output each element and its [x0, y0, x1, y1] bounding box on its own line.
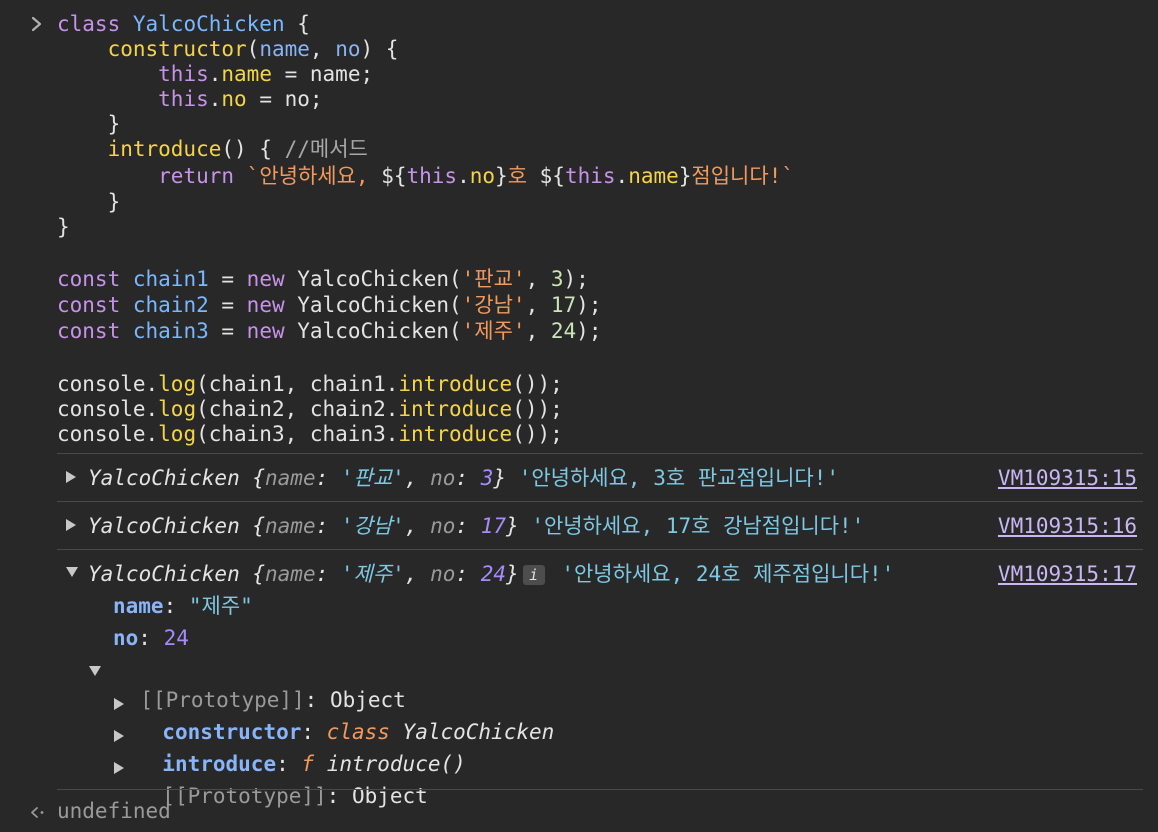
- collapse-triangle-icon[interactable]: [88, 665, 102, 677]
- prop-name: name: "제주": [113, 594, 253, 618]
- log-summary: YalcoChicken {name: '제주', no: 24} i '안녕하세…: [88, 562, 895, 586]
- code-line-2: constructor(name, no) {: [107, 37, 399, 61]
- source-link[interactable]: VM109315:16: [998, 512, 1137, 540]
- prop-constructor[interactable]: constructor: class YalcoChicken: [113, 687, 554, 744]
- prop-prototype-nested[interactable]: [[Prototype]]: Object: [113, 751, 428, 808]
- code-line-decl-3: const chain3 = new YalcoChicken('제주', 24…: [57, 319, 602, 343]
- source-link[interactable]: VM109315:17: [998, 560, 1137, 588]
- info-badge-icon[interactable]: i: [522, 565, 545, 585]
- expand-triangle-icon[interactable]: [113, 729, 125, 743]
- code-line-5: }: [107, 112, 121, 136]
- log-summary: YalcoChicken {name: '강남', no: 17} '안녕하세요…: [88, 514, 865, 538]
- code-line-9: }: [57, 215, 70, 239]
- prop-no: no: 24: [113, 626, 189, 650]
- collapse-triangle-icon[interactable]: [65, 566, 79, 578]
- prop-prototype[interactable]: [[Prototype]]: Object: [88, 655, 406, 712]
- code-line-log-3: console.log(chain3, chain3.introduce());: [57, 422, 563, 446]
- expand-triangle-icon[interactable]: [65, 470, 77, 484]
- prop-introduce[interactable]: introduce: f introduce(): [113, 719, 466, 776]
- expand-triangle-icon[interactable]: [65, 518, 77, 532]
- console-input-block: class YalcoChicken { constructor(name, n…: [0, 0, 1158, 452]
- expand-triangle-icon[interactable]: [113, 697, 125, 711]
- prompt-chevron-icon: [31, 16, 42, 32]
- code-line-3: this.name = name;: [158, 62, 374, 86]
- return-arrow-icon: [31, 807, 44, 818]
- separator: [57, 453, 1143, 454]
- console-result: undefined: [0, 791, 1158, 832]
- expand-triangle-icon[interactable]: [113, 761, 125, 775]
- log-entry-2[interactable]: YalcoChicken {name: '강남', no: 17} '안녕하세요…: [57, 503, 1143, 549]
- log-entry-1[interactable]: YalcoChicken {name: '판교', no: 3} '안녕하세요,…: [57, 455, 1143, 501]
- separator: [57, 789, 1143, 790]
- code-line-7: return `안녕하세요, ${this.no}호 ${this.name}점…: [158, 164, 794, 188]
- code-line-4: this.no = no;: [158, 87, 323, 111]
- log-summary: YalcoChicken {name: '판교', no: 3} '안녕하세요,…: [88, 466, 840, 490]
- result-value: undefined: [57, 799, 171, 823]
- source-link[interactable]: VM109315:15: [998, 464, 1137, 492]
- separator: [57, 501, 1143, 502]
- code-line-1: class YalcoChicken {: [57, 12, 310, 36]
- code-line-6: introduce() { //메서드: [107, 137, 368, 161]
- code-line-decl-1: const chain1 = new YalcoChicken('판교', 3)…: [57, 267, 589, 291]
- separator: [57, 549, 1143, 550]
- code-line-decl-2: const chain2 = new YalcoChicken('강남', 17…: [57, 293, 602, 317]
- code-line-log-2: console.log(chain2, chain2.introduce());: [57, 397, 563, 421]
- code-line-8: }: [107, 190, 121, 214]
- code-line-log-1: console.log(chain1, chain1.introduce());: [57, 372, 563, 396]
